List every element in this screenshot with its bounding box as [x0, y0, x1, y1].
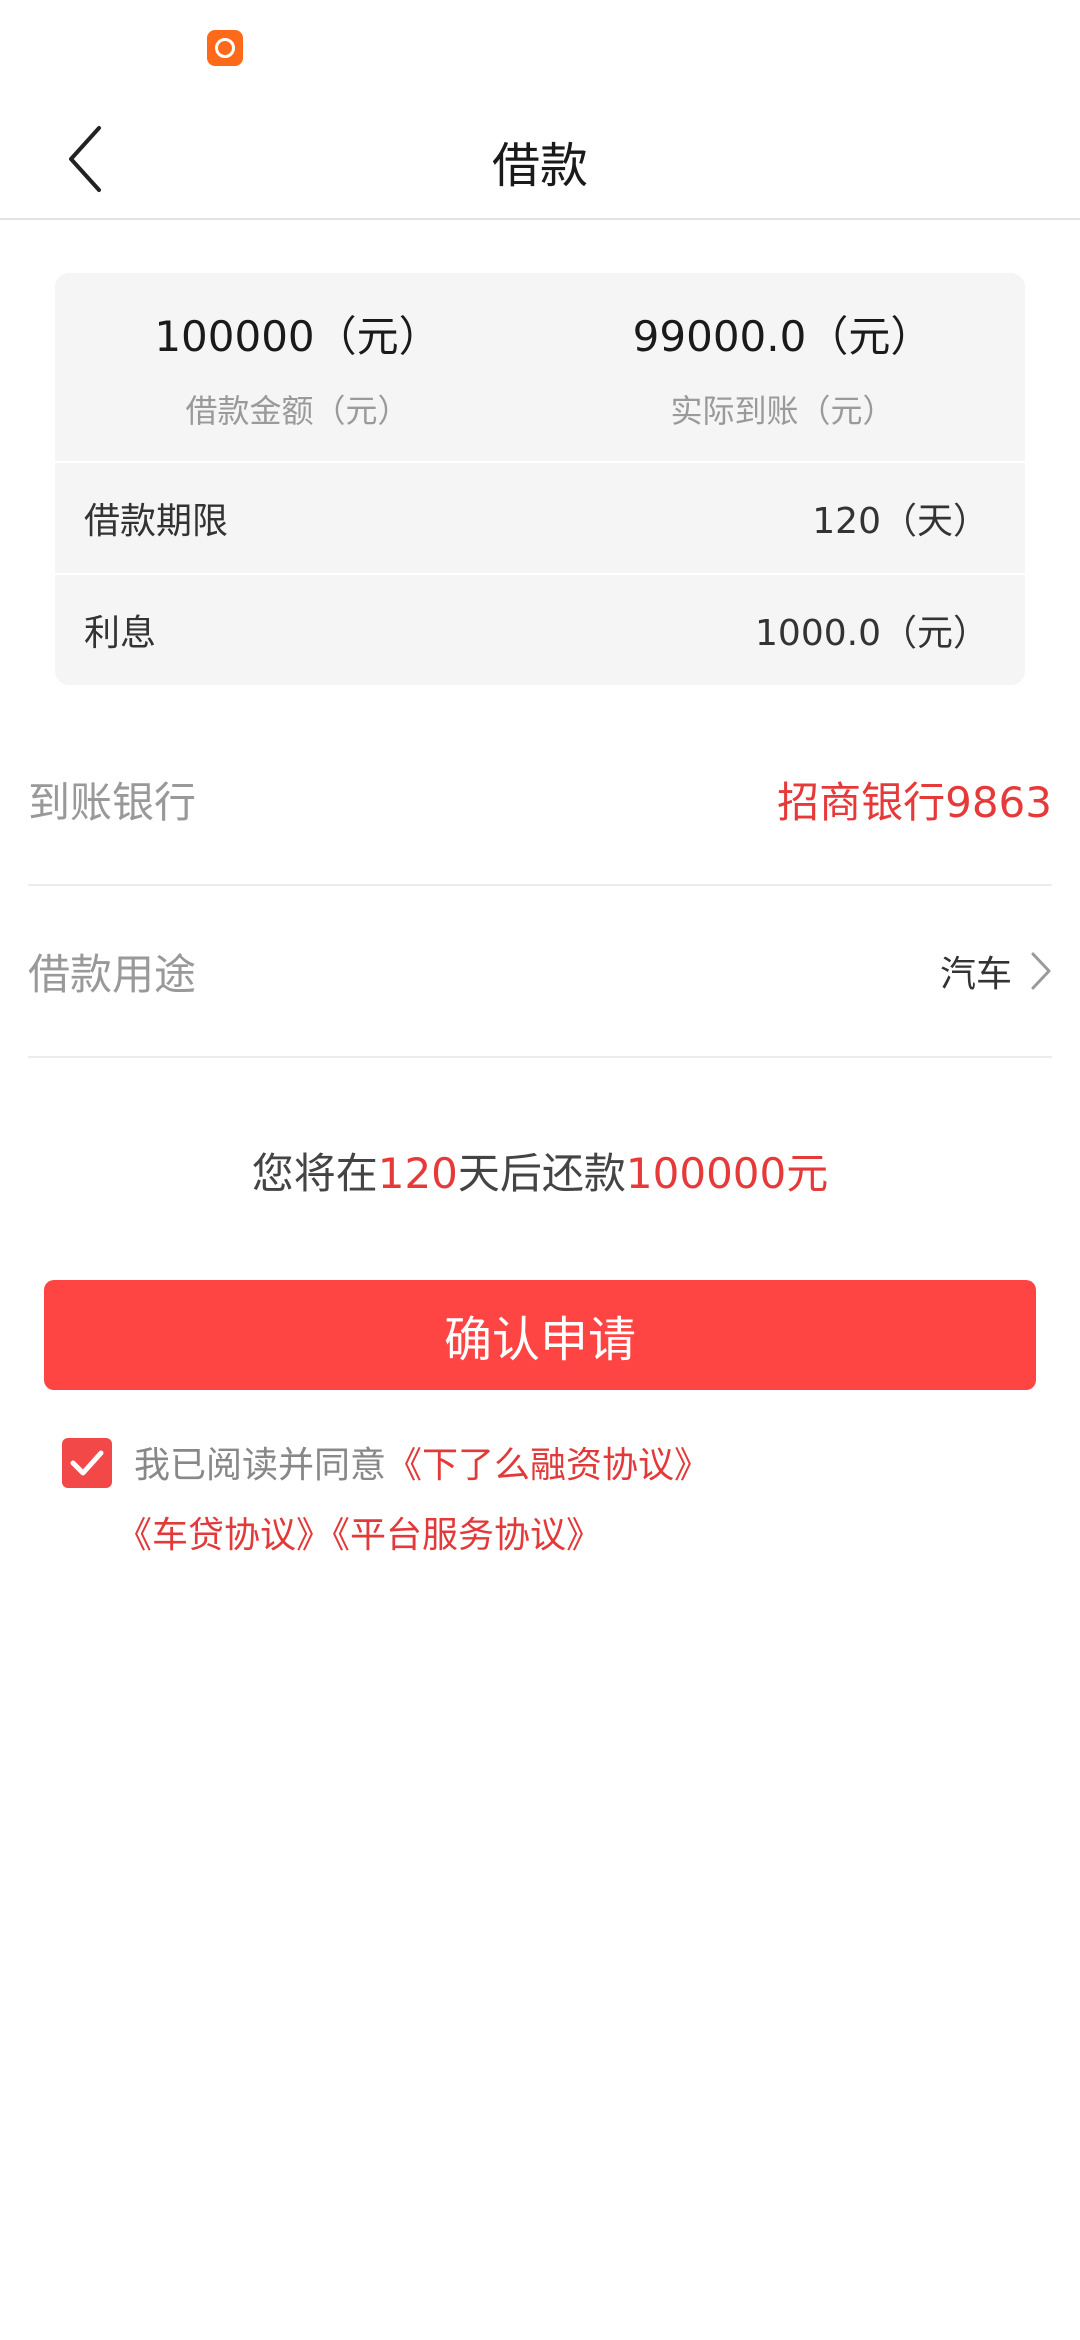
status-bar — [0, 0, 1080, 96]
page-title: 借款 — [491, 138, 588, 194]
checkmark-icon — [70, 1450, 104, 1476]
nav-bar: 借款 — [0, 96, 1080, 220]
loan-amount-label: 借款金额（元） — [185, 392, 410, 430]
car-loan-agreement-link[interactable]: 《车贷协议》 — [116, 1515, 332, 1556]
repayment-days: 120 — [377, 1149, 458, 1198]
loan-term-value: 120（天） — [812, 501, 989, 542]
financing-agreement-link[interactable]: 《下了么融资协议》 — [386, 1445, 710, 1486]
confirm-apply-button[interactable]: 确认申请 — [44, 1280, 1036, 1390]
repayment-summary: 您将在120天后还款100000元 — [0, 1140, 1080, 1201]
received-amount-label: 实际到账（元） — [670, 392, 895, 430]
loan-term-row: 借款期限 120（天） — [55, 461, 1025, 573]
loan-summary-card: 100000（元） 借款金额（元） 99000.0（元） 实际到账（元） 借款期… — [55, 273, 1025, 685]
bank-label: 到账银行 — [28, 777, 197, 827]
repayment-amount: 100000元 — [625, 1149, 829, 1198]
agreement-text: 我已阅读并同意 — [134, 1445, 387, 1486]
loan-amount: 100000（元） 借款金额（元） — [55, 303, 540, 432]
purpose-label: 借款用途 — [28, 949, 197, 999]
purpose-selector[interactable]: 汽车 — [940, 945, 1052, 997]
chevron-right-icon — [1031, 952, 1051, 990]
purpose-row[interactable]: 借款用途 汽车 — [28, 886, 1052, 1058]
interest-value: 1000.0（元） — [755, 613, 989, 654]
repayment-prefix: 您将在 — [251, 1149, 378, 1198]
interest-label: 利息 — [84, 613, 157, 654]
interest-row: 利息 1000.0（元） — [55, 573, 1025, 685]
bank-row: 到账银行 招商银行9863 — [28, 714, 1052, 886]
purpose-value: 汽车 — [939, 954, 1012, 995]
repayment-middle: 天后还款 — [457, 1149, 626, 1198]
bank-value: 招商银行9863 — [777, 777, 1052, 827]
received-amount: 99000.0（元） 实际到账（元） — [540, 303, 1025, 432]
loan-amount-value: 100000（元） — [154, 312, 441, 361]
platform-service-agreement-link[interactable]: 《平台服务协议》 — [332, 1515, 602, 1556]
received-amount-value: 99000.0（元） — [632, 312, 933, 361]
agreement-checkbox[interactable] — [62, 1438, 112, 1488]
loan-term-label: 借款期限 — [84, 501, 229, 542]
notification-app-icon — [207, 30, 243, 66]
